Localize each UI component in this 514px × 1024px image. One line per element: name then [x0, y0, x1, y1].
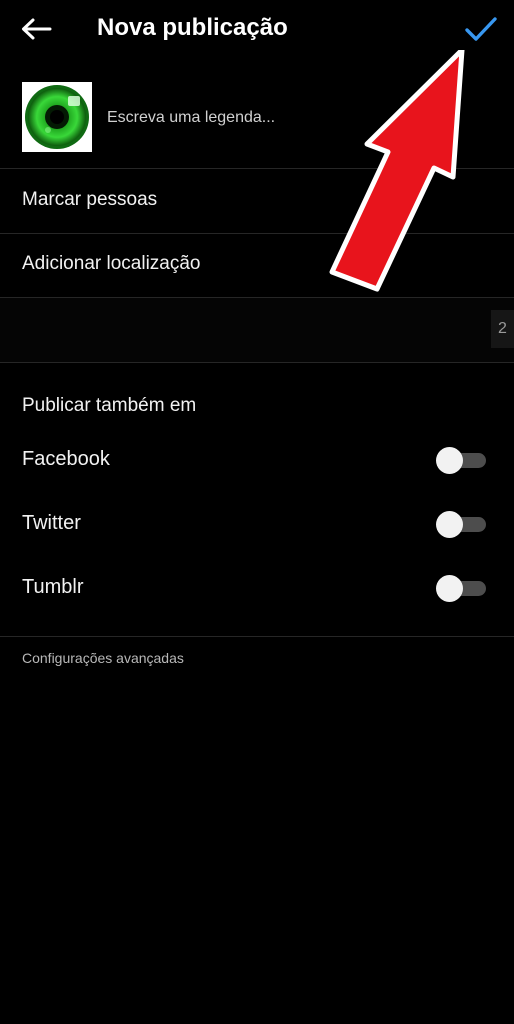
top-bar: Nova publicação: [0, 0, 514, 58]
add-location-label: Adicionar localização: [22, 253, 201, 274]
twitter-toggle[interactable]: [436, 511, 488, 538]
advanced-settings-link[interactable]: Configurações avançadas: [22, 650, 184, 666]
share-section-title: Publicar também em: [22, 395, 197, 416]
page-title: Nova publicação: [97, 14, 288, 41]
post-caption-row: [0, 70, 514, 168]
toggle-knob: [436, 575, 463, 602]
divider: [0, 636, 514, 637]
share-label-tumblr: Tumblr: [22, 576, 84, 598]
share-row-twitter: Twitter: [0, 499, 514, 549]
share-confirm-button[interactable]: [458, 8, 504, 50]
share-label-facebook: Facebook: [22, 448, 110, 470]
share-row-tumblr: Tumblr: [0, 563, 514, 613]
green-eye-image: [22, 82, 92, 152]
facebook-toggle[interactable]: [436, 447, 488, 474]
toggle-knob: [436, 511, 463, 538]
caption-input[interactable]: [107, 104, 467, 132]
add-location-row[interactable]: Adicionar localização: [0, 234, 514, 296]
location-suggestion-chip[interactable]: 2: [491, 310, 514, 348]
location-suggestions-strip[interactable]: [0, 298, 514, 362]
share-row-facebook: Facebook: [0, 435, 514, 485]
tumblr-toggle[interactable]: [436, 575, 488, 602]
post-thumbnail[interactable]: [22, 82, 92, 152]
divider: [0, 362, 514, 363]
arrow-left-icon: [22, 18, 52, 40]
tag-people-row[interactable]: Marcar pessoas: [0, 170, 514, 232]
checkmark-icon: [465, 17, 497, 41]
share-label-twitter: Twitter: [22, 512, 81, 534]
tag-people-label: Marcar pessoas: [22, 189, 158, 210]
back-button[interactable]: [14, 10, 58, 48]
toggle-knob: [436, 447, 463, 474]
divider: [0, 168, 514, 169]
